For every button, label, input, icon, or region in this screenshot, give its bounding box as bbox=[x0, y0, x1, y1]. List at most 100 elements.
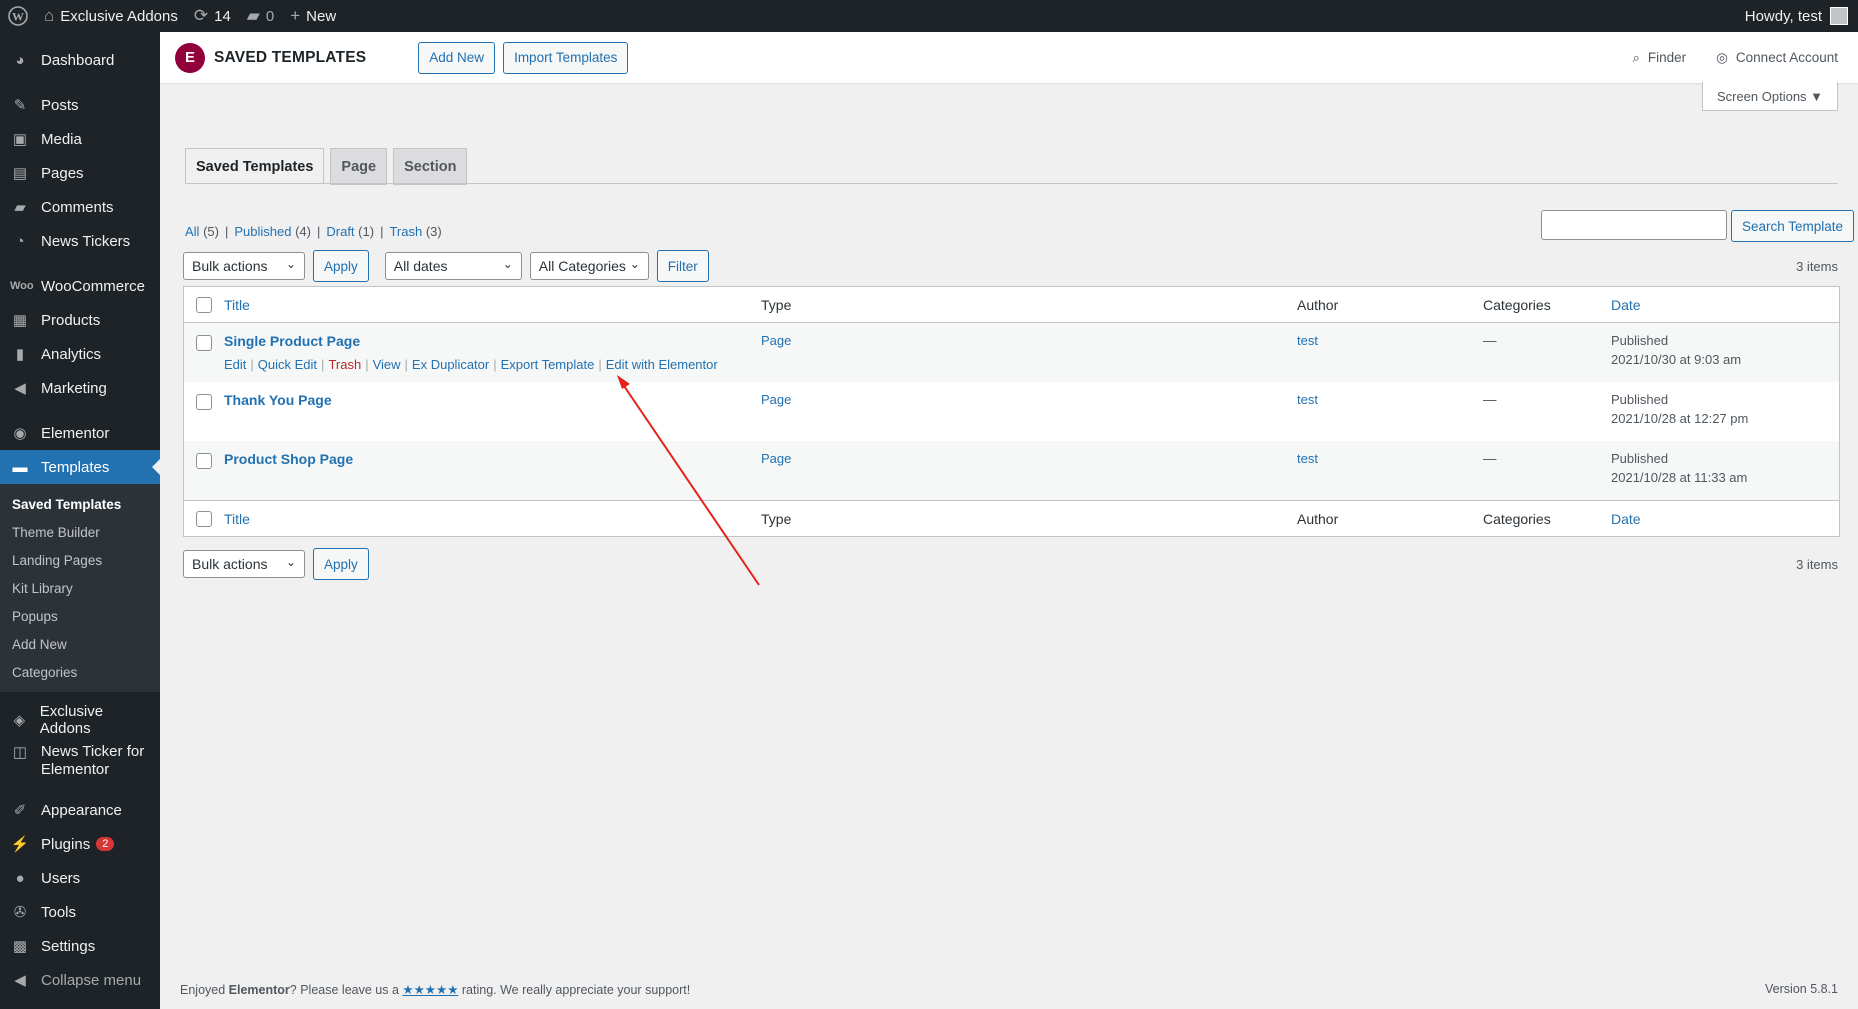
menu-exclusive-addons[interactable]: ◈ Exclusive Addons bbox=[0, 703, 160, 737]
connect-account-button[interactable]: ◎ Connect Account bbox=[1716, 50, 1838, 66]
products-icon: ▦ bbox=[12, 312, 28, 329]
apply-button[interactable]: Apply bbox=[313, 548, 369, 580]
table-row: Single Product Page Edit | Quick Edit | Tras… bbox=[184, 323, 1839, 382]
menu-plugins[interactable]: ⚡ Plugins 2 bbox=[0, 827, 160, 861]
submenu-add-new[interactable]: Add New bbox=[0, 630, 160, 658]
apply-button[interactable]: Apply bbox=[313, 250, 369, 282]
tab-page[interactable]: Page bbox=[330, 148, 388, 185]
menu-products[interactable]: ▦ Products bbox=[0, 303, 160, 337]
menu-comments[interactable]: ▰ Comments bbox=[0, 190, 160, 224]
collapse-icon: ◀ bbox=[14, 972, 26, 989]
categories-select[interactable]: All Categories ⌄ bbox=[529, 252, 649, 280]
filter-all[interactable]: All (5) bbox=[185, 224, 219, 239]
action-view[interactable]: View bbox=[373, 357, 401, 372]
select-all-checkbox[interactable] bbox=[196, 296, 212, 313]
menu-users[interactable]: ● Users bbox=[0, 861, 160, 895]
bulk-actions-select[interactable]: Bulk actions ⌄ bbox=[183, 550, 305, 578]
dates-select[interactable]: All dates ⌄ bbox=[384, 252, 522, 280]
wordpress-logo-icon[interactable]: W bbox=[0, 0, 36, 32]
submenu-saved-templates[interactable]: Saved Templates bbox=[0, 490, 160, 518]
sort-title[interactable]: Title bbox=[224, 511, 250, 527]
rating-stars-link[interactable]: ★★★★★ bbox=[402, 983, 458, 997]
new-content-link[interactable]: + New bbox=[282, 0, 344, 32]
action-export-template[interactable]: Export Template bbox=[501, 357, 595, 372]
author-link[interactable]: test bbox=[1297, 451, 1318, 466]
column-categories: Categories bbox=[1483, 510, 1551, 527]
elementor-logo-icon: E bbox=[175, 42, 205, 73]
row-checkbox[interactable] bbox=[196, 335, 212, 351]
template-title-link[interactable]: Single Product Page bbox=[224, 333, 360, 349]
menu-tools[interactable]: ✇ Tools bbox=[0, 895, 160, 929]
tab-saved-templates[interactable]: Saved Templates bbox=[185, 148, 325, 185]
settings-icon: ▩ bbox=[12, 938, 28, 955]
row-checkbox[interactable] bbox=[196, 394, 212, 410]
plugin-icon: ⚡ bbox=[10, 836, 30, 853]
column-type: Type bbox=[761, 510, 792, 527]
type-link[interactable]: Page bbox=[761, 333, 791, 348]
menu-posts[interactable]: ✎ Posts bbox=[0, 88, 160, 122]
admin-sidebar: ◕ Dashboard ✎ Posts ▣ Media ▤ Pages ▰ Comment… bbox=[0, 32, 160, 1009]
menu-settings[interactable]: ▩ Settings bbox=[0, 929, 160, 963]
filter-trash[interactable]: Trash (3) bbox=[389, 224, 441, 239]
tab-section[interactable]: Section bbox=[393, 148, 468, 185]
submenu-kit-library[interactable]: Kit Library bbox=[0, 574, 160, 602]
menu-elementor[interactable]: ◉ Elementor bbox=[0, 416, 160, 450]
submenu-popups[interactable]: Popups bbox=[0, 602, 160, 630]
sort-date[interactable]: Date bbox=[1611, 511, 1641, 527]
site-name-link[interactable]: ⌂ Exclusive Addons bbox=[36, 0, 186, 32]
bulk-actions-select[interactable]: Bulk actions ⌄ bbox=[183, 252, 305, 280]
ticker-icon: ◫ bbox=[12, 744, 28, 761]
search-input[interactable] bbox=[1541, 210, 1727, 240]
menu-analytics[interactable]: ▮ Analytics bbox=[0, 337, 160, 371]
template-title-link[interactable]: Product Shop Page bbox=[224, 451, 353, 467]
menu-marketing[interactable]: ◀ Marketing bbox=[0, 371, 160, 405]
menu-templates[interactable]: ▬ Templates bbox=[0, 450, 160, 484]
import-templates-button[interactable]: Import Templates bbox=[503, 41, 629, 74]
action-ex-duplicator[interactable]: Ex Duplicator bbox=[412, 357, 489, 372]
pin-icon: ✎ bbox=[13, 97, 27, 114]
action-quick-edit[interactable]: Quick Edit bbox=[258, 357, 317, 372]
submenu-theme-builder[interactable]: Theme Builder bbox=[0, 518, 160, 546]
user-circle-icon: ◎ bbox=[1716, 49, 1728, 65]
menu-pages[interactable]: ▤ Pages bbox=[0, 156, 160, 190]
template-title-link[interactable]: Thank You Page bbox=[224, 392, 332, 408]
submenu-categories[interactable]: Categories bbox=[0, 658, 160, 686]
add-new-button[interactable]: Add New bbox=[418, 41, 496, 74]
avatar bbox=[1830, 7, 1848, 25]
select-all-checkbox[interactable] bbox=[196, 510, 212, 527]
author-link[interactable]: test bbox=[1297, 333, 1318, 348]
menu-dashboard[interactable]: ◕ Dashboard bbox=[0, 43, 160, 77]
filter-draft[interactable]: Draft (1) bbox=[326, 224, 374, 239]
table-footer: Title Type Author Categories Date bbox=[184, 500, 1839, 536]
menu-appearance[interactable]: ✐ Appearance bbox=[0, 793, 160, 827]
menu-media[interactable]: ▣ Media bbox=[0, 122, 160, 156]
submenu-landing-pages[interactable]: Landing Pages bbox=[0, 546, 160, 574]
comments-link[interactable]: ▰ 0 bbox=[239, 0, 282, 32]
menu-news-tickers[interactable]: ◔ News Tickers bbox=[0, 224, 160, 258]
sort-title[interactable]: Title bbox=[224, 297, 250, 313]
screen-options-button[interactable]: Screen Options ▼ bbox=[1702, 82, 1838, 111]
menu-woocommerce[interactable]: Woo WooCommerce bbox=[0, 269, 160, 303]
finder-button[interactable]: ⌕ Finder bbox=[1632, 50, 1686, 66]
templates-table: Title Type Author Categories Date Single… bbox=[183, 286, 1840, 537]
filter-button[interactable]: Filter bbox=[656, 250, 709, 282]
comment-icon: ▰ bbox=[14, 199, 26, 216]
filter-published[interactable]: Published (4) bbox=[234, 224, 311, 239]
account-menu[interactable]: Howdy, test bbox=[1745, 7, 1858, 25]
elementor-icon: ◉ bbox=[13, 425, 27, 442]
search-template-button[interactable]: Search Template bbox=[1731, 210, 1855, 242]
updates-link[interactable]: ⟳ 14 bbox=[186, 0, 239, 32]
collapse-menu-button[interactable]: ◀ Collapse menu bbox=[0, 963, 160, 997]
date-time: 2021/10/30 at 9:03 am bbox=[1611, 352, 1742, 367]
sort-date[interactable]: Date bbox=[1611, 297, 1641, 313]
search-icon: ⌕ bbox=[1632, 49, 1640, 65]
table-row: Thank You Page Page test — Published 202… bbox=[184, 382, 1839, 441]
author-link[interactable]: test bbox=[1297, 392, 1318, 407]
footer-message: Enjoyed Elementor? Please leave us a ★★★… bbox=[180, 983, 691, 997]
row-checkbox[interactable] bbox=[196, 453, 212, 469]
action-trash[interactable]: Trash bbox=[328, 357, 361, 372]
version-text: Version 5.8.1 bbox=[1765, 982, 1838, 996]
bar-chart-icon: ▮ bbox=[15, 346, 25, 363]
action-edit[interactable]: Edit bbox=[224, 357, 246, 372]
menu-news-ticker-elementor[interactable]: ◫ News Ticker for Elementor bbox=[0, 737, 160, 793]
